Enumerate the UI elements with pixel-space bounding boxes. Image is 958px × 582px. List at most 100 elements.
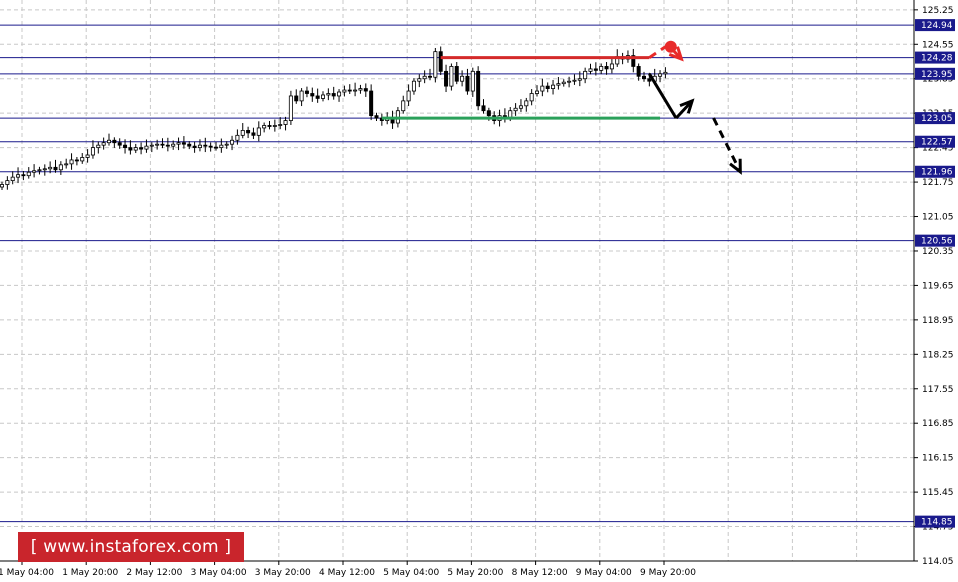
- level-badge-label: 123.05: [921, 114, 953, 124]
- candle-body: [267, 125, 272, 127]
- candle-body: [347, 89, 352, 92]
- level-badge-label: 124.94: [921, 21, 953, 31]
- x-tick-label: 1 May 04:00: [0, 568, 54, 578]
- candle-body: [16, 174, 21, 178]
- candle-body: [32, 170, 37, 173]
- y-tick-label: 116.85: [922, 419, 954, 429]
- candle-body: [310, 93, 315, 97]
- candle-body: [315, 95, 320, 99]
- candle-body: [224, 143, 229, 146]
- y-axis: 125.25124.55123.85123.15122.45121.75121.…: [914, 6, 955, 567]
- candle-body: [85, 154, 90, 158]
- candle-body: [433, 51, 438, 78]
- candle-body: [540, 85, 545, 92]
- candle-body: [588, 68, 593, 72]
- x-tick-label: 9 May 20:00: [640, 568, 696, 578]
- candle-body: [304, 90, 309, 94]
- candle-body: [427, 75, 432, 78]
- candle-body: [246, 130, 251, 134]
- candle-body: [647, 78, 652, 82]
- y-tick-label: 118.95: [922, 316, 954, 326]
- candle-body: [90, 147, 95, 156]
- candle-body: [176, 142, 181, 145]
- candle-body: [353, 89, 358, 92]
- candle-body: [203, 144, 208, 147]
- candle-body: [486, 110, 491, 117]
- candle-body: [524, 100, 529, 107]
- candle-body: [636, 66, 641, 77]
- candle-body: [160, 143, 165, 146]
- candle-body: [101, 142, 106, 146]
- candle-body: [294, 95, 299, 102]
- candle-body: [21, 174, 26, 177]
- instaforex-watermark: [ www.instaforex.com ]: [18, 532, 244, 562]
- candle-body: [171, 143, 176, 147]
- candle-body: [230, 139, 235, 145]
- candle-body: [663, 71, 668, 75]
- candle-body: [283, 120, 288, 125]
- candle-body: [0, 184, 4, 188]
- y-tick-label: 125.25: [922, 6, 954, 16]
- y-tick-label: 121.05: [922, 213, 954, 223]
- candle-body: [331, 93, 336, 97]
- candle-body: [208, 145, 213, 148]
- y-tick-label: 117.55: [922, 385, 954, 395]
- candle-body: [337, 91, 342, 97]
- x-tick-label: 3 May 20:00: [255, 568, 311, 578]
- y-tick-label: 114.05: [922, 557, 954, 567]
- candle-body: [465, 75, 470, 92]
- candle-body: [149, 144, 154, 147]
- candle-body: [128, 147, 133, 151]
- candle-body: [460, 75, 465, 82]
- x-tick-label: 4 May 12:00: [319, 568, 375, 578]
- x-tick-label: 5 May 04:00: [383, 568, 439, 578]
- x-tick-label: 1 May 20:00: [62, 568, 118, 578]
- candle-body: [529, 93, 534, 102]
- candle-body: [53, 166, 58, 171]
- candle-body: [187, 143, 192, 147]
- y-tick-label: 116.15: [922, 454, 954, 464]
- candle-body: [411, 80, 416, 92]
- level-badge-label: 114.85: [921, 518, 953, 528]
- candle-body: [417, 78, 422, 82]
- candle-body: [112, 139, 117, 144]
- candle-body: [117, 142, 122, 146]
- candle-body: [181, 142, 186, 145]
- candle-body: [320, 94, 325, 99]
- candle-body: [64, 163, 69, 166]
- candle-body: [577, 78, 582, 81]
- candle-body: [139, 147, 144, 150]
- candle-body: [219, 144, 224, 149]
- price-chart: 125.25124.55123.85123.15122.45121.75121.…: [0, 0, 955, 578]
- candle-body: [444, 70, 449, 87]
- candle-body: [213, 146, 218, 149]
- level-badge-label: 120.56: [921, 237, 953, 247]
- y-tick-label: 119.65: [922, 281, 954, 291]
- candle-body: [251, 132, 256, 136]
- candle-body: [406, 90, 411, 102]
- candle-body: [197, 144, 202, 149]
- candle-body: [481, 105, 486, 112]
- candle-body: [658, 73, 663, 77]
- candle-body: [10, 176, 15, 182]
- candle-body: [96, 144, 101, 149]
- candle-body: [342, 89, 347, 93]
- candle-body: [26, 171, 31, 177]
- candle-body: [401, 100, 406, 112]
- candle-body: [42, 168, 47, 171]
- candle-body: [133, 147, 138, 151]
- candle-body: [422, 75, 427, 80]
- candle-body: [299, 90, 304, 102]
- level-badge-label: 121.96: [921, 168, 953, 178]
- candle-body: [107, 139, 112, 144]
- candle-body: [288, 95, 293, 121]
- x-tick-label: 9 May 04:00: [576, 568, 632, 578]
- candle-body: [535, 90, 540, 94]
- candle-body: [599, 66, 604, 71]
- red-marker: [664, 40, 677, 53]
- candle-body: [256, 127, 261, 136]
- candle-body: [358, 88, 363, 91]
- candle-body: [262, 125, 267, 129]
- x-tick-label: 2 May 12:00: [126, 568, 182, 578]
- candle-body: [80, 157, 85, 162]
